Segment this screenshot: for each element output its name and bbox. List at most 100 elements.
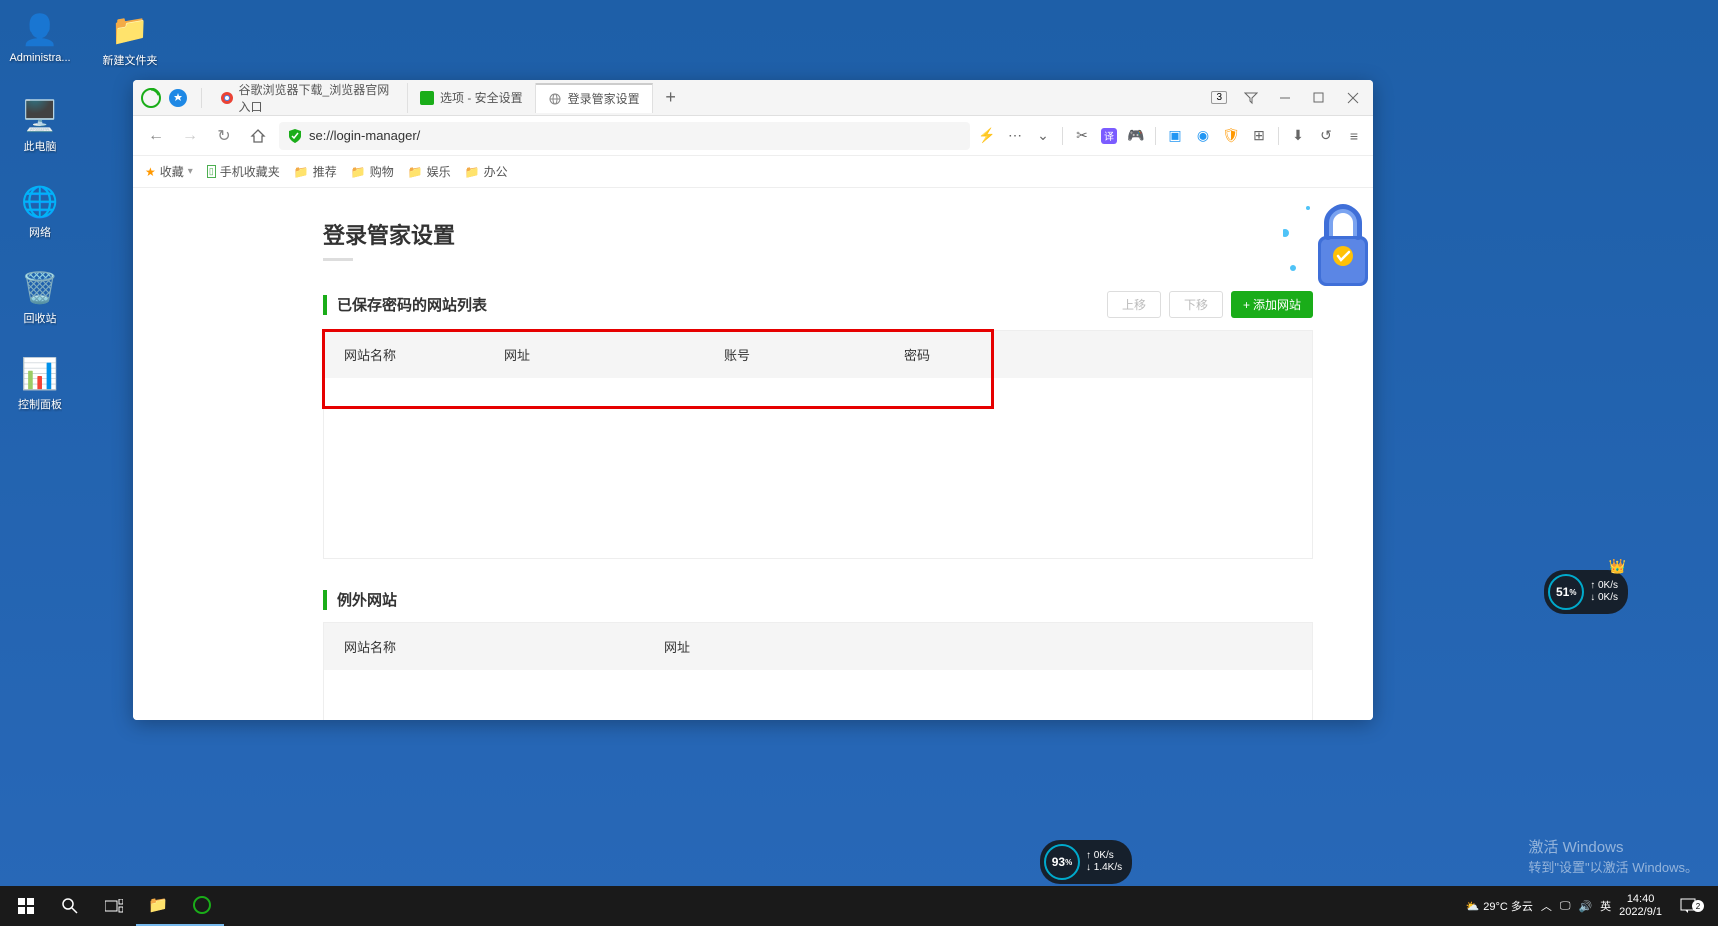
control-panel-icon: 📊: [20, 354, 60, 394]
system-monitor-widget-2[interactable]: 93% ↑ 0K/s ↓ 1.4K/s: [1040, 840, 1132, 884]
maximize-button[interactable]: [1303, 84, 1335, 112]
tray-volume-icon[interactable]: 🔊: [1578, 900, 1592, 913]
flash-icon[interactable]: ⚡: [978, 127, 996, 145]
restore-icon[interactable]: ↺: [1317, 127, 1335, 145]
bookmark-folder-recommend[interactable]: 📁 推荐: [294, 163, 337, 180]
settings-icon: [420, 91, 434, 105]
minimize-button[interactable]: [1269, 84, 1301, 112]
weather-widget[interactable]: ⛅ 29°C 多云: [1466, 898, 1533, 914]
section-title: 例外网站: [337, 589, 397, 610]
translate-icon[interactable]: 译: [1101, 128, 1117, 144]
windows-activation-watermark: 激活 Windows 转到"设置"以激活 Windows。: [1528, 836, 1698, 876]
saved-passwords-table: 网站名称 网址 账号 密码: [323, 330, 1313, 559]
table-body-empty: [324, 670, 1312, 720]
browser-icon: [193, 896, 211, 914]
tab-bar: 谷歌浏览器下载_浏览器官网入口 选项 - 安全设置 登录管家设置 + 3: [133, 80, 1373, 116]
computer-icon: 🖥️: [20, 96, 60, 136]
menu-icon[interactable]: ≡: [1345, 127, 1363, 145]
move-down-button[interactable]: 下移: [1169, 291, 1223, 318]
desktop-icon-administrator[interactable]: 👤 Administra...: [10, 10, 70, 68]
desktop-icon-control-panel[interactable]: 📊 控制面板: [10, 354, 70, 412]
security-icon[interactable]: 🛡: [1222, 127, 1240, 145]
globe-icon: [548, 92, 562, 106]
col-header-password: 密码: [904, 345, 1292, 364]
desktop-icon-recycle-bin[interactable]: 🗑️ 回收站: [10, 268, 70, 326]
folder-icon: 📁: [465, 165, 480, 179]
col-header-url: 网址: [504, 345, 724, 364]
col-header-name: 网站名称: [344, 637, 664, 656]
shield-icon: [287, 128, 303, 144]
percent-circle: 51%: [1548, 574, 1584, 610]
bookmark-bar: ★ 收藏 ▾ ▯ 手机收藏夹 📁 推荐 📁 购物 📁 娱乐 📁 办公: [133, 156, 1373, 188]
url-bar: ← → ↻ se://login-manager/ ⚡ ⋯ ⌄ ✂ 译 🎮 ▣ …: [133, 116, 1373, 156]
chevron-down-icon[interactable]: ⌄: [1034, 127, 1052, 145]
col-header-name: 网站名称: [344, 345, 504, 364]
grid-icon[interactable]: ⊞: [1250, 127, 1268, 145]
search-button[interactable]: [48, 886, 92, 926]
browser-logo-icon: [141, 88, 161, 108]
phone-favorites[interactable]: ▯ 手机收藏夹: [207, 163, 280, 180]
system-monitor-widget-1[interactable]: 👑 51% ↑ 0K/s ↓ 0K/s: [1544, 570, 1628, 614]
circle-icon[interactable]: ◉: [1194, 127, 1212, 145]
star-icon: ★: [145, 165, 156, 179]
more-icon[interactable]: ⋯: [1006, 127, 1024, 145]
folder-icon: 📁: [110, 10, 150, 50]
folder-icon: 📁: [408, 165, 423, 179]
network-icon: 🌐: [20, 182, 60, 222]
crown-icon: 👑: [1609, 558, 1626, 575]
url-input[interactable]: se://login-manager/: [279, 122, 970, 150]
sync-icon[interactable]: [169, 89, 187, 107]
phone-icon: ▯: [207, 165, 216, 178]
download-icon[interactable]: ⬇: [1289, 127, 1307, 145]
tab-login-manager[interactable]: 登录管家设置: [536, 83, 653, 113]
square-icon[interactable]: ▣: [1166, 127, 1184, 145]
close-button[interactable]: [1337, 84, 1369, 112]
tab-google-download[interactable]: 谷歌浏览器下载_浏览器官网入口: [208, 83, 408, 113]
bookmark-folder-shopping[interactable]: 📁 购物: [351, 163, 394, 180]
chrome-icon: [220, 91, 233, 105]
trash-icon: 🗑️: [20, 268, 60, 308]
taskbar-app-explorer[interactable]: 📁: [136, 886, 180, 926]
tray-monitor-icon[interactable]: 🖵: [1560, 900, 1571, 913]
action-center-button[interactable]: 2: [1670, 898, 1706, 914]
page-content[interactable]: 登录管家设置: [133, 188, 1373, 720]
separator: [201, 88, 202, 108]
folder-icon: 📁: [148, 895, 168, 915]
weather-icon: ⛅: [1466, 900, 1480, 913]
home-button[interactable]: [245, 123, 271, 149]
folder-icon: 📁: [294, 165, 309, 179]
taskbar-app-browser[interactable]: [180, 886, 224, 926]
browser-window: 谷歌浏览器下载_浏览器官网入口 选项 - 安全设置 登录管家设置 + 3: [133, 80, 1373, 720]
start-button[interactable]: [4, 886, 48, 926]
section-title: 已保存密码的网站列表: [337, 294, 487, 315]
forward-button[interactable]: →: [177, 123, 203, 149]
desktop-icon-this-pc[interactable]: 🖥️ 此电脑: [10, 96, 70, 154]
ime-indicator[interactable]: 英: [1600, 898, 1611, 914]
bookmark-folder-entertain[interactable]: 📁 娱乐: [408, 163, 451, 180]
clock[interactable]: 14:40 2022/9/1: [1619, 893, 1662, 919]
tab-options-security[interactable]: 选项 - 安全设置: [408, 83, 536, 113]
page-header: 登录管家设置: [323, 218, 1313, 261]
tray-chevron-icon[interactable]: ︿: [1541, 898, 1552, 914]
desktop-icon-new-folder[interactable]: 📁 新建文件夹: [100, 10, 160, 68]
col-header-url: 网址: [664, 637, 1292, 656]
percent-circle: 93%: [1044, 844, 1080, 880]
desktop-icon-network[interactable]: 🌐 网络: [10, 182, 70, 240]
task-view-button[interactable]: [92, 886, 136, 926]
tab-count-badge[interactable]: 3: [1211, 91, 1227, 104]
lock-illustration: [1283, 198, 1373, 303]
plus-icon: +: [1243, 298, 1250, 312]
new-tab-button[interactable]: +: [657, 84, 685, 112]
filter-icon[interactable]: [1235, 84, 1267, 112]
scissors-icon[interactable]: ✂: [1073, 127, 1091, 145]
user-icon: 👤: [20, 10, 60, 50]
favorites-button[interactable]: ★ 收藏 ▾: [145, 163, 193, 180]
exceptions-section: 例外网站 网站名称 网址: [323, 589, 1313, 720]
move-up-button[interactable]: 上移: [1107, 291, 1161, 318]
bookmark-folder-office[interactable]: 📁 办公: [465, 163, 508, 180]
reload-button[interactable]: ↻: [211, 123, 237, 149]
exceptions-table: 网站名称 网址: [323, 622, 1313, 720]
back-button[interactable]: ←: [143, 123, 169, 149]
game-icon[interactable]: 🎮: [1127, 127, 1145, 145]
folder-icon: 📁: [351, 165, 366, 179]
